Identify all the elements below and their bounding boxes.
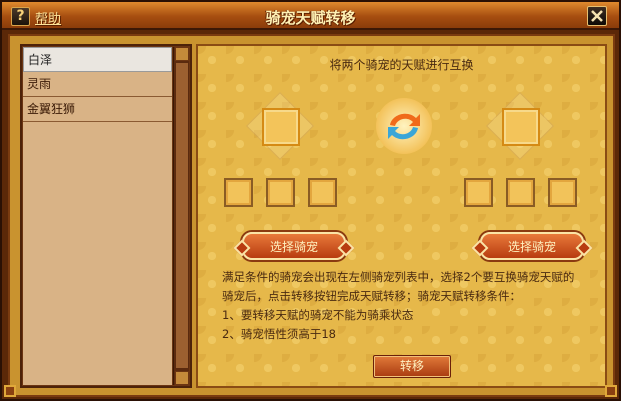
close-button[interactable] <box>587 6 607 26</box>
transfer-button[interactable]: 转移 <box>373 355 451 378</box>
description-line: 2、骑宠悟性须高于18 <box>222 327 336 341</box>
corner-ornament <box>605 385 617 397</box>
description-line: 1、要转移天赋的骑宠不能为骑乘状态 <box>222 308 414 322</box>
left-talent-slot-2[interactable] <box>266 178 295 207</box>
slot-box <box>262 108 300 146</box>
left-talent-slot-1[interactable] <box>224 178 253 207</box>
right-talent-slot-2[interactable] <box>506 178 535 207</box>
pet-list-item-jinyi[interactable]: 金翼狂狮 <box>23 97 172 122</box>
swap-panel-title: 将两个骑宠的天赋进行互换 <box>329 58 474 72</box>
scroll-thumb[interactable] <box>175 62 189 369</box>
close-icon <box>591 10 603 22</box>
dialog-window: ? 帮助 骑宠天赋转移 白泽 灵雨 金翼狂狮 将两个骑宠的天赋进行互换 选择骑宠… <box>0 0 621 401</box>
corner-ornament <box>4 385 16 397</box>
scroll-up-button[interactable] <box>175 47 189 61</box>
right-talent-slot-3[interactable] <box>548 178 577 207</box>
right-talent-slot-1[interactable] <box>464 178 493 207</box>
dialog-body: 白泽 灵雨 金翼狂狮 将两个骑宠的天赋进行互换 选择骑宠 选择骑宠 满足条件的骑… <box>8 34 615 397</box>
description-line: 满足条件的骑宠会出现在左侧骑宠列表中，选择2个要互换骑宠天赋的 <box>222 270 575 284</box>
swap-panel: 将两个骑宠的天赋进行互换 选择骑宠 选择骑宠 满足条件的骑宠会出现在左侧骑宠列表… <box>196 44 607 388</box>
title-bar: ? 帮助 骑宠天赋转移 <box>2 2 619 30</box>
pet-list-panel: 白泽 灵雨 金翼狂狮 <box>20 44 192 388</box>
pet-list: 白泽 灵雨 金翼狂狮 <box>23 47 172 385</box>
window-title: 骑宠天赋转移 <box>265 9 356 27</box>
left-select-pet-button[interactable]: 选择骑宠 <box>242 232 346 260</box>
scroll-down-button[interactable] <box>175 371 189 385</box>
slot-box <box>502 108 540 146</box>
right-pet-slot[interactable] <box>486 92 554 160</box>
right-select-pet-button[interactable]: 选择骑宠 <box>480 232 584 260</box>
description-line: 骑宠后，点击转移按钮完成天赋转移；骑宠天赋转移条件： <box>222 289 521 303</box>
description: 满足条件的骑宠会出现在左侧骑宠列表中，选择2个要互换骑宠天赋的 骑宠后，点击转移… <box>222 268 600 344</box>
list-scrollbar[interactable] <box>173 47 189 385</box>
pet-list-item-lingyu[interactable]: 灵雨 <box>23 72 172 97</box>
left-talent-slot-3[interactable] <box>308 178 337 207</box>
swap-arrows-icon <box>376 98 432 154</box>
pet-list-item-baize[interactable]: 白泽 <box>23 47 172 72</box>
left-pet-slot[interactable] <box>246 92 314 160</box>
